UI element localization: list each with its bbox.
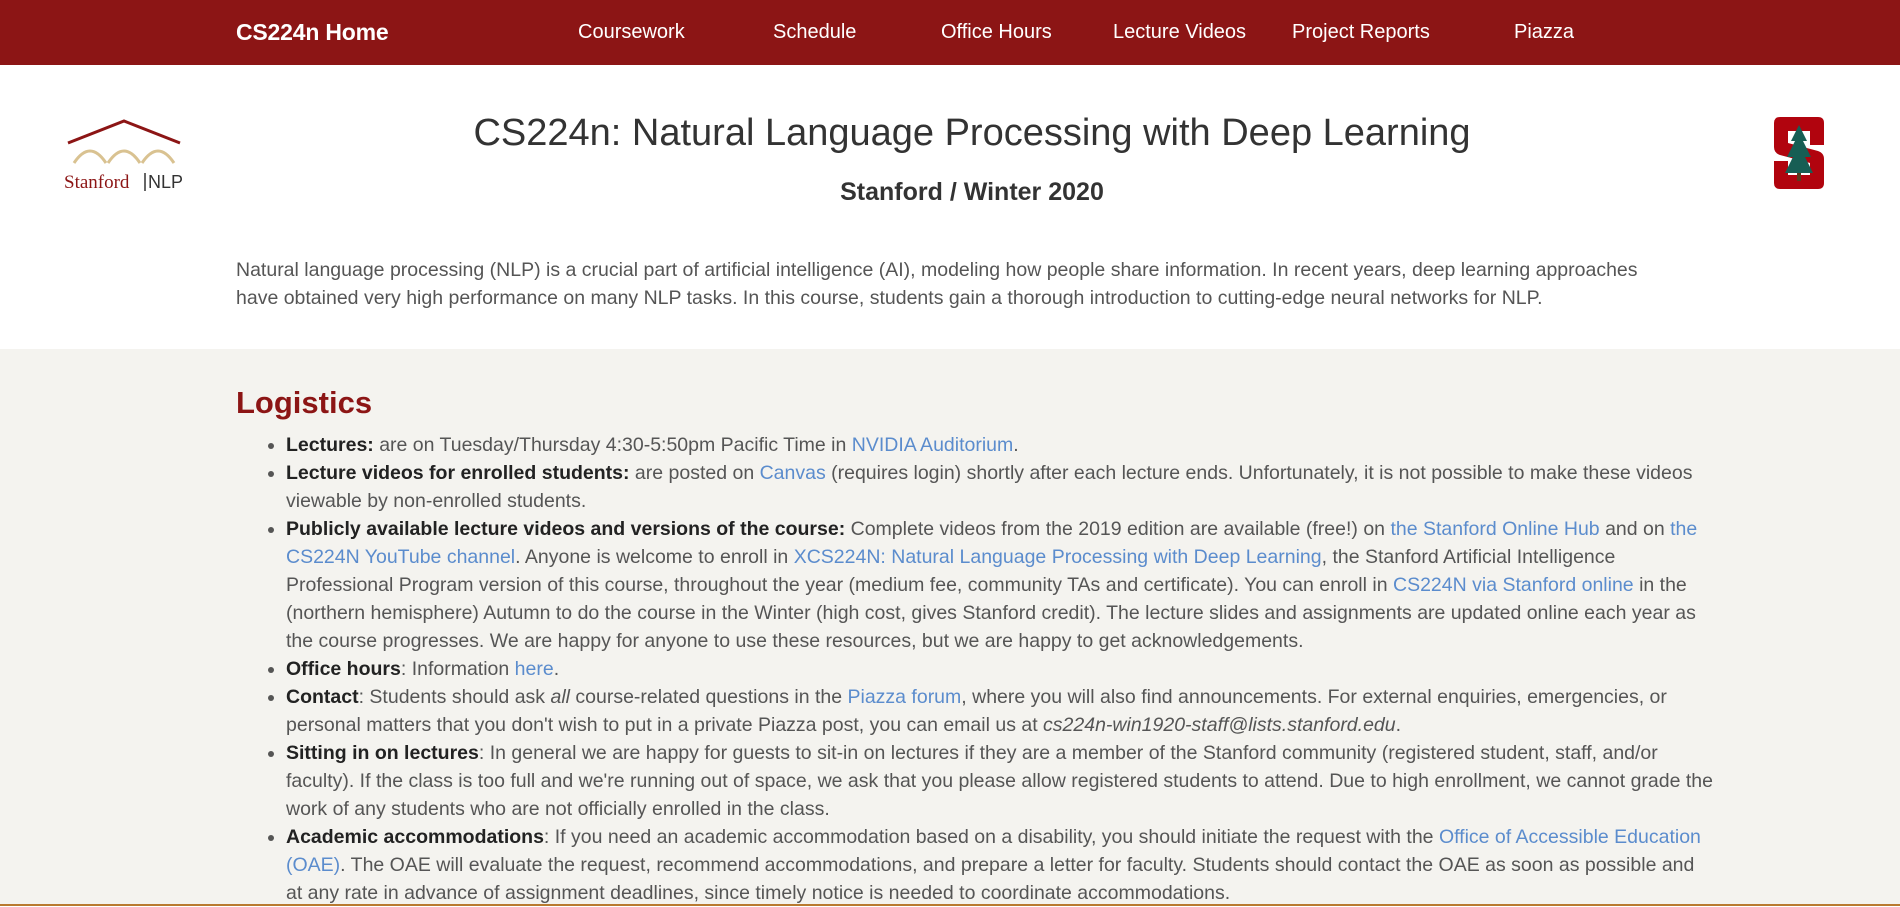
item-label: Lecture videos for enrolled students: xyxy=(286,462,630,484)
top-navbar: CS224n Home Coursework Schedule Office H… xyxy=(0,0,1900,66)
item-text: are posted on xyxy=(629,462,760,484)
office-hours-here-link[interactable]: here xyxy=(515,658,554,680)
item-text: are on Tuesday/Thursday 4:30-5:50pm Paci… xyxy=(373,434,852,456)
course-intro-text: Natural language processing (NLP) is a c… xyxy=(236,259,1638,309)
list-item-office-hours: Office hours: Information here. xyxy=(286,655,1716,683)
item-label: Office hours xyxy=(286,658,401,680)
piazza-forum-link[interactable]: Piazza forum xyxy=(847,686,961,708)
list-item-sitting-in: Sitting in on lectures: In general we ar… xyxy=(286,739,1716,823)
nav-link-lecture-videos[interactable]: Lecture Videos xyxy=(1113,0,1246,65)
page-title: CS224n: Natural Language Processing with… xyxy=(473,112,1471,154)
stanford-online-hub-link[interactable]: the Stanford Online Hub xyxy=(1390,518,1599,540)
list-item-accommodations: Academic accommodations: If you need an … xyxy=(286,823,1716,907)
brand-home-link[interactable]: CS224n Home xyxy=(236,0,389,65)
item-label: Lectures: xyxy=(286,434,374,456)
logistics-heading: Logistics xyxy=(236,385,373,420)
item-text: . xyxy=(1013,434,1019,456)
item-label: Contact xyxy=(286,686,359,708)
item-text: Complete videos from the 2019 edition ar… xyxy=(845,518,1391,540)
nav-link-coursework[interactable]: Coursework xyxy=(578,0,685,65)
item-text: . Anyone is welcome to enroll in xyxy=(515,546,794,568)
logistics-section: Logistics Lectures: are on Tuesday/Thurs… xyxy=(0,349,1900,906)
nav-link-project-reports[interactable]: Project Reports xyxy=(1292,0,1430,65)
xcs224n-link[interactable]: XCS224N: Natural Language Processing wit… xyxy=(794,546,1322,568)
item-text: : Students should ask xyxy=(358,686,551,708)
item-label: Academic accommodations xyxy=(286,826,544,848)
item-text: course-related questions in the xyxy=(569,686,848,708)
nav-link-office-hours[interactable]: Office Hours xyxy=(941,0,1052,65)
list-item-contact: Contact: Students should ask all course-… xyxy=(286,683,1716,739)
page-subtitle: Stanford / Winter 2020 xyxy=(840,178,1104,206)
nav-link-piazza[interactable]: Piazza xyxy=(1514,0,1574,65)
item-text: . xyxy=(553,658,560,680)
page-header: Stanford NLP CS224n: Natural Language Pr… xyxy=(0,65,1900,349)
item-label: Sitting in on lectures xyxy=(286,742,479,764)
logistics-list: Lectures: are on Tuesday/Thursday 4:30-5… xyxy=(236,431,1716,907)
item-text: . The OAE will evaluate the request, rec… xyxy=(286,854,1695,904)
item-label: Publicly available lecture videos and ve… xyxy=(286,518,846,540)
item-text: : If you need an academic accommodation … xyxy=(543,826,1439,848)
staff-email: cs224n-win1920-staff@lists.stanford.edu xyxy=(1043,714,1396,736)
item-text: . xyxy=(1395,714,1402,736)
canvas-link[interactable]: Canvas xyxy=(760,462,826,484)
nvidia-auditorium-link[interactable]: NVIDIA Auditorium xyxy=(852,434,1013,456)
stanford-s-logo[interactable] xyxy=(1772,115,1826,191)
item-text: : In general we are happy for guests to … xyxy=(286,742,1713,820)
list-item-lecture-videos: Lecture videos for enrolled students: ar… xyxy=(286,459,1716,515)
list-item-public-videos: Publicly available lecture videos and ve… xyxy=(286,515,1716,655)
cs224n-stanford-online-link[interactable]: CS224N via Stanford online xyxy=(1393,574,1634,596)
item-text: and on xyxy=(1599,518,1671,540)
item-emphasis: all xyxy=(550,686,570,708)
list-item-lectures: Lectures: are on Tuesday/Thursday 4:30-5… xyxy=(286,431,1716,459)
item-text: : Information xyxy=(400,658,515,680)
nav-link-schedule[interactable]: Schedule xyxy=(773,0,856,65)
